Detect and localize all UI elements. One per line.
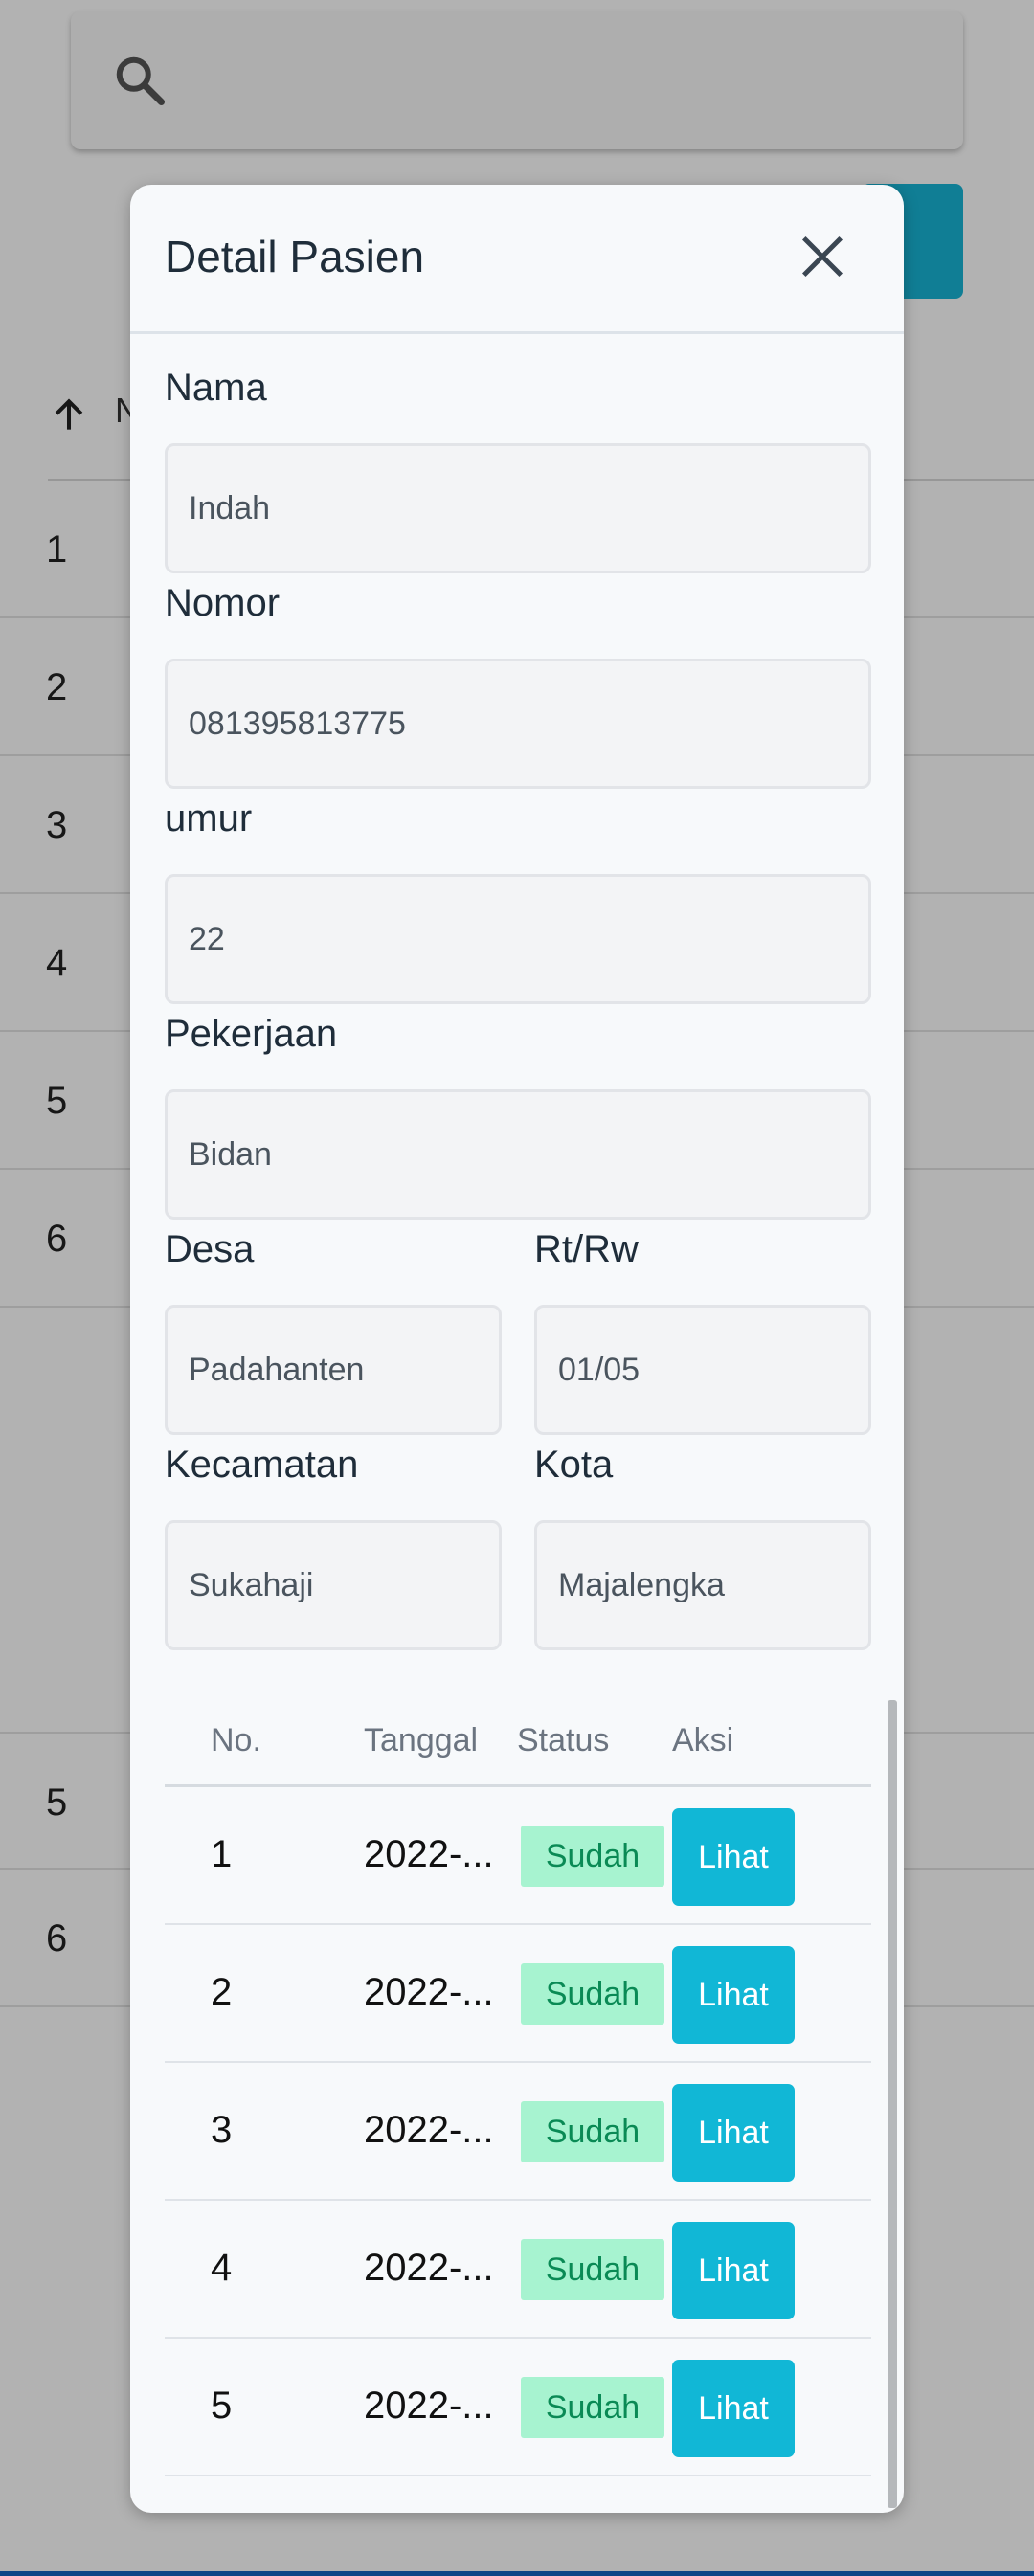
view-button[interactable]: Lihat: [672, 2360, 795, 2457]
row-date: 2022-...: [364, 2247, 494, 2289]
nama-label: Nama: [165, 367, 267, 409]
modal-title: Detail Pasien: [165, 232, 425, 281]
status-badge: Sudah: [521, 2101, 664, 2162]
kecamatan-label: Kecamatan: [165, 1444, 359, 1486]
status-badge: Sudah: [521, 1963, 664, 2025]
kota-field[interactable]: Majalengka: [534, 1520, 871, 1650]
desa-label: Desa: [165, 1228, 255, 1270]
header-status: Status: [517, 1722, 610, 1758]
patient-detail-modal: Detail Pasien Nama Indah Nomor 081395813…: [130, 185, 904, 2513]
rtrw-field[interactable]: 01/05: [534, 1305, 871, 1435]
nama-field[interactable]: Indah: [165, 443, 871, 573]
kecamatan-field[interactable]: Sukahaji: [165, 1520, 502, 1650]
header-aksi: Aksi: [672, 1722, 734, 1758]
scrollbar[interactable]: [888, 1700, 897, 2508]
row-number: 1: [211, 1833, 233, 1875]
row-number: 5: [211, 2385, 233, 2427]
row-date: 2022-...: [364, 1971, 494, 2013]
row-number: 3: [211, 2109, 233, 2151]
history-table-header: No. Tanggal Status Aksi: [165, 1697, 871, 1787]
row-number: 2: [211, 1971, 233, 2013]
umur-field[interactable]: 22: [165, 874, 871, 1004]
row-number: 4: [211, 2247, 233, 2289]
pekerjaan-field[interactable]: Bidan: [165, 1089, 871, 1220]
view-button[interactable]: Lihat: [672, 2222, 795, 2319]
pekerjaan-label: Pekerjaan: [165, 1013, 338, 1055]
desa-field[interactable]: Padahanten: [165, 1305, 502, 1435]
row-date: 2022-...: [364, 2385, 494, 2427]
header-no: No.: [211, 1722, 261, 1758]
umur-label: umur: [165, 797, 253, 840]
row-date: 2022-...: [364, 2109, 494, 2151]
table-row: 5 2022-... Sudah Lihat: [165, 2339, 871, 2476]
view-button[interactable]: Lihat: [672, 2084, 795, 2182]
modal-header: Detail Pasien: [130, 185, 904, 334]
header-tanggal: Tanggal: [364, 1722, 479, 1758]
view-button[interactable]: Lihat: [672, 1808, 795, 1906]
nomor-field[interactable]: 081395813775: [165, 659, 871, 789]
kota-label: Kota: [534, 1444, 614, 1486]
table-row: 1 2022-... Sudah Lihat: [165, 1787, 871, 1925]
row-date: 2022-...: [364, 1833, 494, 1875]
rtrw-label: Rt/Rw: [534, 1228, 639, 1270]
status-badge: Sudah: [521, 2239, 664, 2300]
view-button[interactable]: Lihat: [672, 1946, 795, 2044]
status-badge: Sudah: [521, 2377, 664, 2438]
table-row: 4 2022-... Sudah Lihat: [165, 2201, 871, 2339]
nomor-label: Nomor: [165, 582, 281, 624]
status-badge: Sudah: [521, 1826, 664, 1887]
table-row: 2 2022-... Sudah Lihat: [165, 1925, 871, 2063]
table-row: 3 2022-... Sudah Lihat: [165, 2063, 871, 2201]
close-icon[interactable]: [791, 225, 854, 288]
